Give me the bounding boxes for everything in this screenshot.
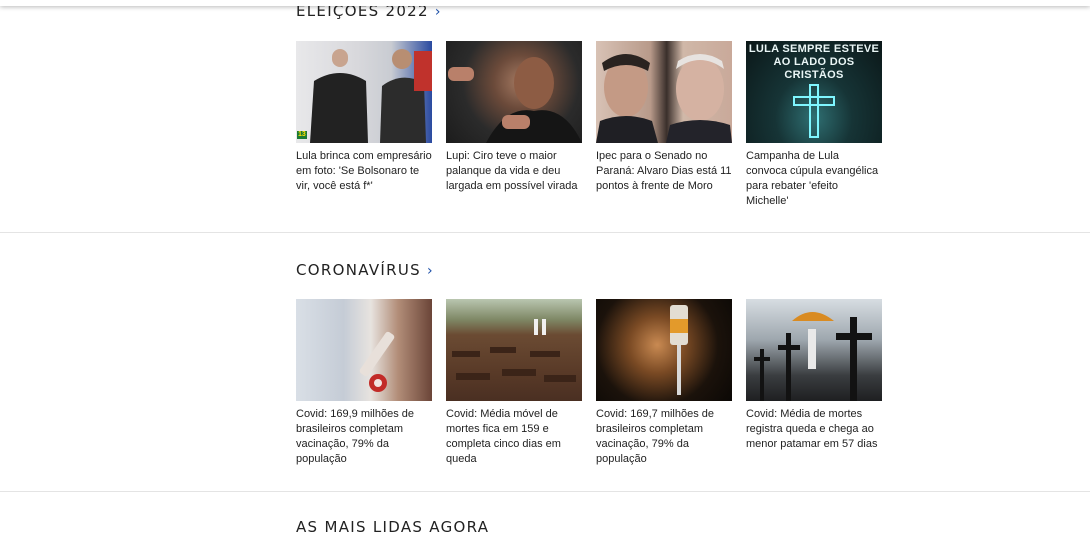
news-thumbnail-frasco-vacina[interactable] (596, 299, 732, 401)
news-headline[interactable]: Ipec para o Senado no Paraná: Alvaro Dia… (596, 149, 732, 194)
news-card[interactable]: Ipec para o Senado no Paraná: Alvaro Dia… (596, 41, 732, 194)
party-number-badge: 13 (297, 131, 307, 139)
section-mais-lidas: AS MAIS LIDAS AGORA (0, 492, 1090, 542)
news-card[interactable]: Covid: 169,7 milhões de brasileiros comp… (596, 299, 732, 467)
news-thumbnail-lupi[interactable] (446, 41, 582, 143)
news-card[interactable]: Covid: 169,9 milhões de brasileiros comp… (296, 299, 432, 467)
news-card[interactable]: Covid: Média de mortes registra queda e … (746, 299, 882, 452)
section-eleicoes: ELEIÇÕES 2022 › 13 Lula brinca com empres… (0, 0, 1090, 232)
news-headline[interactable]: Covid: Média de mortes registra queda e … (746, 407, 882, 452)
cross-icon (793, 84, 835, 138)
crosses-photo-icon (754, 312, 872, 401)
chevron-right-icon: › (434, 4, 441, 20)
news-thumbnail-vacina[interactable] (296, 299, 432, 401)
news-card[interactable]: Covid: Média móvel de mortes fica em 159… (446, 299, 582, 467)
news-headline[interactable]: Covid: 169,7 milhões de brasileiros comp… (596, 407, 732, 467)
news-thumbnail-lula-cristaos[interactable]: LULA SEMPRE ESTEVE AO LADO DOS CRISTÃOS (746, 41, 882, 143)
syringe-photo-icon (359, 331, 395, 392)
news-headline[interactable]: Covid: Média móvel de mortes fica em 159… (446, 407, 582, 467)
news-thumbnail-cemiterio[interactable] (446, 299, 582, 401)
portrait-photo-icon (448, 57, 582, 143)
vaccine-vial-photo-icon (670, 305, 688, 395)
news-thumbnail-cruzes[interactable] (746, 299, 882, 401)
two-portraits-photo-icon (596, 54, 732, 143)
graves-photo-icon (452, 319, 576, 382)
page-header-edge (0, 0, 1090, 6)
section-title-coronavirus[interactable]: CORONAVÍRUS › (296, 261, 433, 279)
news-headline[interactable]: Campanha de Lula convoca cúpula evangéli… (746, 149, 882, 209)
section-title-text: CORONAVÍRUS (296, 261, 421, 279)
news-thumbnail-moro-alvaro[interactable] (596, 41, 732, 143)
section-title-mais-lidas: AS MAIS LIDAS AGORA (296, 518, 489, 536)
news-card[interactable]: Lupi: Ciro teve o maior palanque da vida… (446, 41, 582, 194)
news-headline[interactable]: Lula brinca com empresário em foto: 'Se … (296, 149, 432, 194)
section-coronavirus: CORONAVÍRUS › Covid: 169,9 milhões de bra… (0, 233, 1090, 491)
people-photo-icon (310, 49, 432, 143)
news-card[interactable]: LULA SEMPRE ESTEVE AO LADO DOS CRISTÃOS … (746, 41, 882, 209)
news-thumbnail-lula-empresario[interactable]: 13 (296, 41, 432, 143)
news-headline[interactable]: Covid: 169,9 milhões de brasileiros comp… (296, 407, 432, 467)
news-card[interactable]: 13 Lula brinca com empresário em foto: '… (296, 41, 432, 194)
chevron-right-icon: › (426, 263, 433, 279)
section-title-text: AS MAIS LIDAS AGORA (296, 518, 490, 536)
news-headline[interactable]: Lupi: Ciro teve o maior palanque da vida… (446, 149, 582, 194)
